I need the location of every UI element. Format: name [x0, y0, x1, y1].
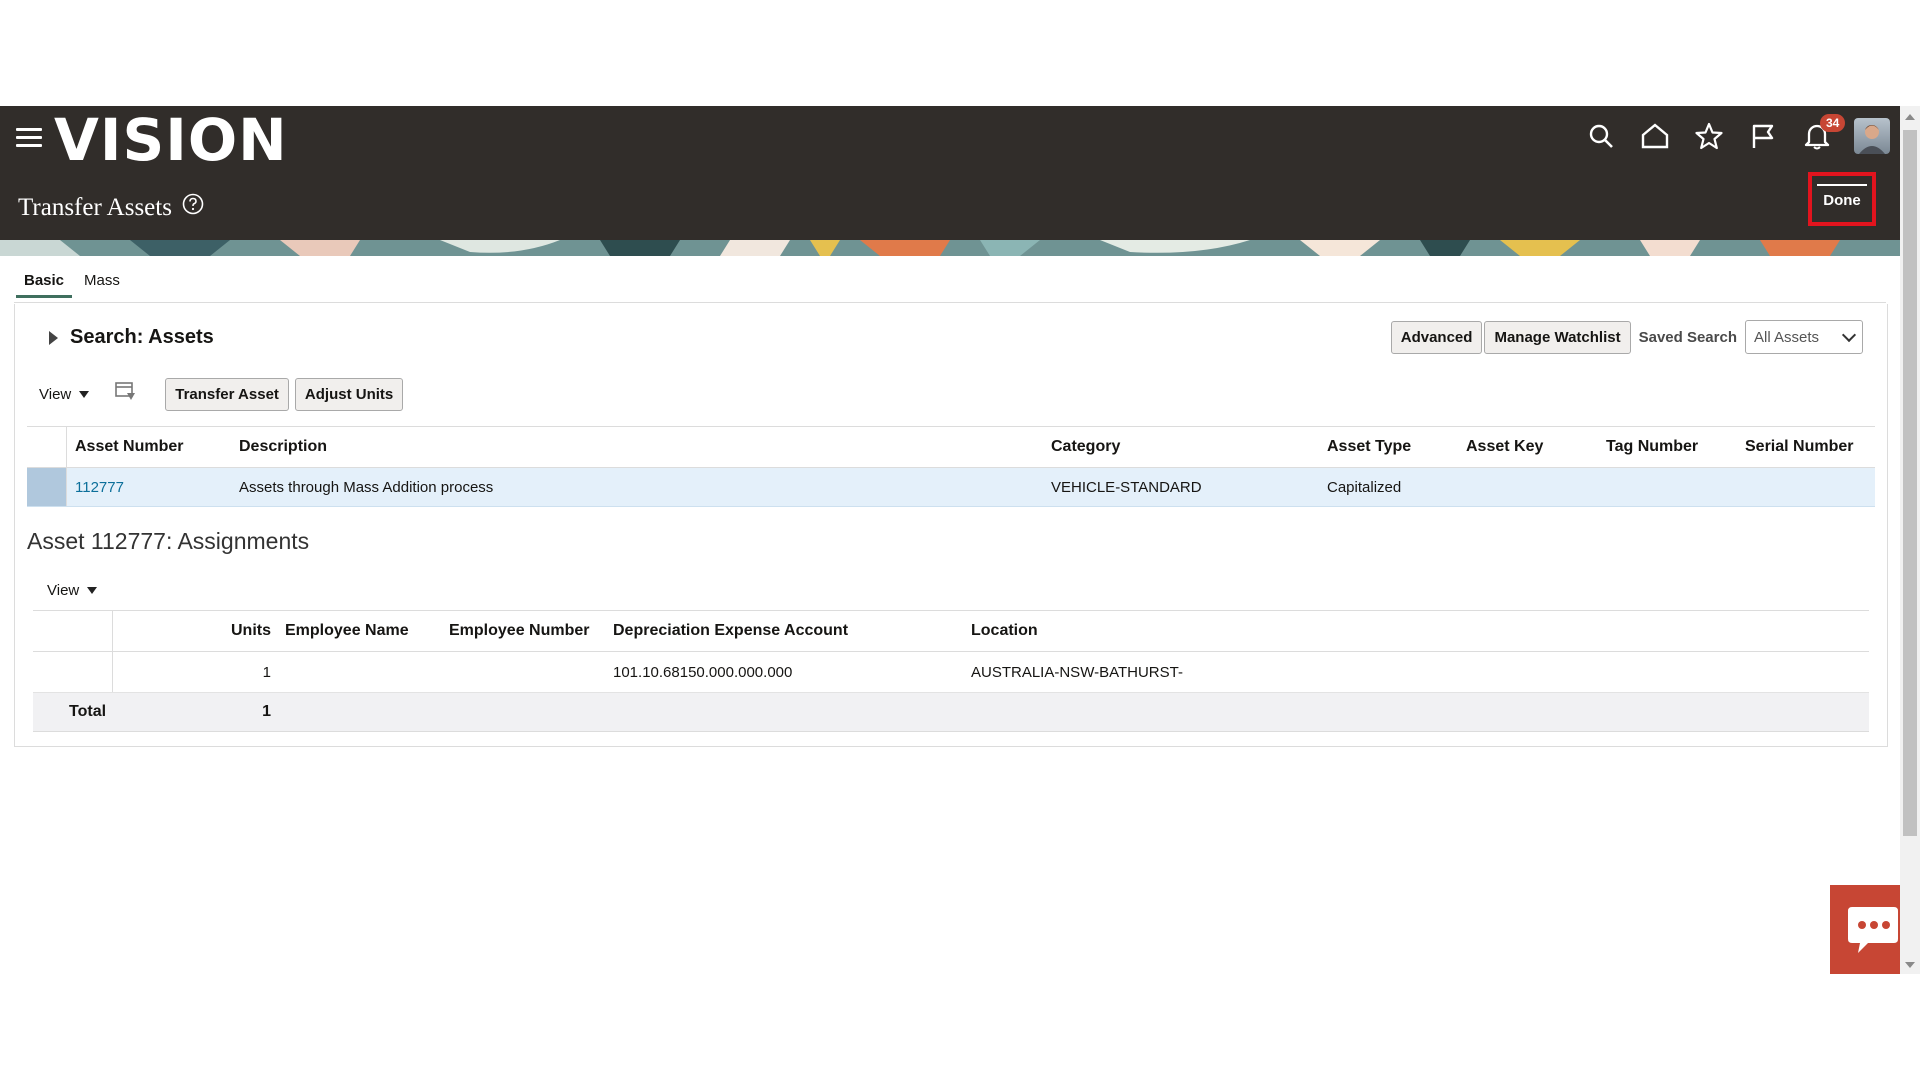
col-employee-number[interactable]: Employee Number: [441, 622, 605, 640]
asset-number-link[interactable]: 112777: [67, 479, 231, 496]
dropdown-arrow-icon: [87, 587, 98, 594]
content-panel: Search: Assets Advanced Manage Watchlist…: [14, 304, 1888, 747]
app-window: VISION 34 Transfer Assets Done Basic Mas…: [0, 106, 1920, 974]
col-units[interactable]: Units: [113, 622, 277, 640]
vertical-scrollbar[interactable]: [1900, 106, 1920, 974]
table-row[interactable]: 112777 Assets through Mass Addition proc…: [27, 468, 1875, 507]
cell-depreciation-account: 101.10.68150.000.000.000: [613, 663, 793, 681]
cell-description: Assets through Mass Addition process: [239, 478, 494, 496]
search-title: Search: Assets: [70, 326, 214, 348]
header-icons: 34: [1574, 114, 1890, 156]
view-label: View: [39, 386, 72, 403]
col-asset-type[interactable]: Asset Type: [1319, 438, 1458, 456]
scrollbar-thumb[interactable]: [1903, 130, 1917, 836]
col-tag-number[interactable]: Tag Number: [1598, 438, 1737, 456]
col-depreciation-account[interactable]: Depreciation Expense Account: [605, 622, 963, 640]
favorites-star-icon[interactable]: [1682, 116, 1736, 156]
row-header-cell: [27, 427, 67, 467]
done-button[interactable]: Done: [1817, 183, 1867, 215]
chat-assistant-button[interactable]: [1830, 885, 1900, 974]
user-avatar[interactable]: [1854, 118, 1890, 154]
notification-count-badge: 34: [1820, 114, 1846, 132]
manage-watchlist-button[interactable]: Manage Watchlist: [1484, 320, 1631, 354]
saved-search-label: Saved Search: [1638, 328, 1737, 346]
page-title-text: Transfer Assets: [18, 194, 172, 221]
col-employee-name[interactable]: Employee Name: [277, 622, 441, 640]
col-location[interactable]: Location: [963, 622, 1363, 640]
transfer-asset-button[interactable]: Transfer Asset: [165, 378, 289, 411]
saved-search-select[interactable]: All Assets: [1745, 320, 1863, 354]
detach-icon[interactable]: [115, 382, 137, 407]
expand-icon[interactable]: [49, 330, 58, 345]
done-highlight: Done: [1808, 172, 1876, 226]
search-section-header[interactable]: Search: Assets: [49, 326, 214, 349]
row-header-cell: [33, 611, 113, 651]
search-tools: Advanced Manage Watchlist Saved Search A…: [1389, 320, 1863, 354]
table-row[interactable]: 1 101.10.68150.000.000.000 AUSTRALIA-NSW…: [33, 652, 1869, 692]
col-category[interactable]: Category: [1043, 438, 1319, 456]
totals-row: Total 1: [33, 692, 1869, 732]
advanced-button[interactable]: Advanced: [1390, 320, 1483, 354]
cell-units: 1: [262, 663, 271, 681]
saved-search-value: All Assets: [1754, 328, 1820, 346]
view-menu[interactable]: View: [39, 386, 90, 403]
chevron-down-icon: [1841, 327, 1857, 343]
menu-icon[interactable]: [16, 128, 42, 148]
notifications-bell-icon[interactable]: 34: [1790, 114, 1846, 156]
view-label: View: [47, 582, 80, 599]
scroll-down-arrow-icon[interactable]: [1905, 962, 1915, 968]
global-header: VISION 34 Transfer Assets Done: [0, 106, 1900, 256]
total-label: Total: [69, 703, 107, 720]
decorative-banner: [0, 240, 1900, 256]
tab-bar: Basic Mass: [16, 266, 132, 298]
col-asset-number[interactable]: Asset Number: [67, 438, 231, 456]
assignments-title: Asset 112777: Assignments: [27, 528, 310, 554]
assets-toolbar: View Transfer Asset Adjust Units: [39, 378, 404, 411]
assets-table-header: Asset Number Description Category Asset …: [27, 426, 1875, 468]
col-description[interactable]: Description: [231, 438, 1043, 456]
cell-asset-type: Capitalized: [1327, 478, 1402, 496]
row-selector[interactable]: [27, 468, 67, 506]
tab-basic[interactable]: Basic: [16, 266, 73, 298]
row-header-cell: [33, 652, 113, 692]
cell-category: VEHICLE-STANDARD: [1051, 478, 1202, 496]
dropdown-arrow-icon: [79, 391, 90, 398]
assignments-table-header: Units Employee Name Employee Number Depr…: [33, 610, 1869, 652]
search-icon[interactable]: [1574, 116, 1628, 156]
scroll-up-arrow-icon[interactable]: [1905, 114, 1915, 120]
assets-table: Asset Number Description Category Asset …: [27, 426, 1875, 507]
col-asset-key[interactable]: Asset Key: [1458, 438, 1598, 456]
assignments-view-menu[interactable]: View: [47, 582, 98, 599]
total-units: 1: [262, 703, 271, 720]
tab-mass[interactable]: Mass: [76, 266, 128, 298]
flag-icon[interactable]: [1736, 116, 1790, 156]
col-serial-number[interactable]: Serial Number: [1737, 438, 1875, 456]
assignments-table: Units Employee Name Employee Number Depr…: [33, 610, 1869, 732]
tab-divider: [14, 302, 1886, 303]
page-title: Transfer Assets: [18, 192, 204, 224]
app-logo[interactable]: VISION: [54, 106, 288, 174]
home-icon[interactable]: [1628, 116, 1682, 156]
adjust-units-button[interactable]: Adjust Units: [294, 378, 404, 411]
help-icon[interactable]: [182, 192, 204, 224]
cell-location: AUSTRALIA-NSW-BATHURST-: [971, 663, 1183, 681]
